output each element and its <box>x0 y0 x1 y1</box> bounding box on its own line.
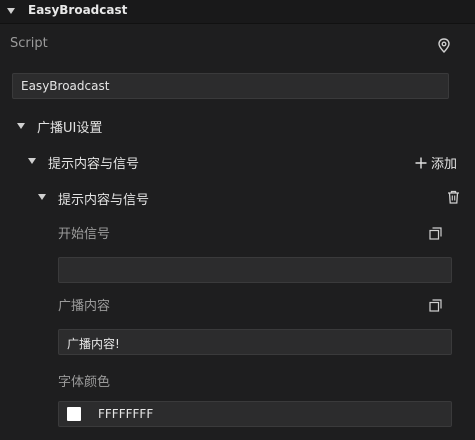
broadcast-content-label: 广播内容 <box>58 299 111 314</box>
trash-icon[interactable] <box>447 190 460 204</box>
prompt-group-label[interactable]: 提示内容与信号 <box>48 153 139 172</box>
font-color-field[interactable]: FFFFFFFF <box>58 401 452 427</box>
collapse-arrow-icon[interactable] <box>7 8 15 14</box>
broadcast-content-field[interactable]: 广播内容! <box>58 329 452 355</box>
start-signal-label: 开始信号 <box>58 227 111 242</box>
add-button[interactable]: 添加 <box>415 153 457 172</box>
script-field[interactable]: EasyBroadcast <box>12 73 449 99</box>
location-pin-icon[interactable] <box>437 38 451 53</box>
font-color-value: FFFFFFFF <box>98 407 154 421</box>
component-header[interactable]: EasyBroadcast <box>0 0 475 24</box>
prompt-group-toggle-icon[interactable] <box>28 158 36 164</box>
add-button-label: 添加 <box>431 157 458 172</box>
prompt-item-toggle-icon[interactable] <box>38 194 46 200</box>
start-signal-field[interactable] <box>58 257 452 283</box>
copy-icon[interactable] <box>429 299 442 312</box>
broadcast-content-value: 广播内容! <box>67 337 120 351</box>
font-color-label: 字体颜色 <box>58 375 111 390</box>
plus-icon <box>415 157 427 169</box>
broadcast-ui-label[interactable]: 广播UI设置 <box>37 117 102 136</box>
prompt-item-label[interactable]: 提示内容与信号 <box>58 189 149 208</box>
copy-icon[interactable] <box>429 227 442 240</box>
script-field-value: EasyBroadcast <box>21 79 110 93</box>
component-title: EasyBroadcast <box>28 3 128 17</box>
broadcast-ui-toggle-icon[interactable] <box>17 123 25 129</box>
color-swatch[interactable] <box>67 407 81 421</box>
script-label: Script <box>10 36 48 51</box>
